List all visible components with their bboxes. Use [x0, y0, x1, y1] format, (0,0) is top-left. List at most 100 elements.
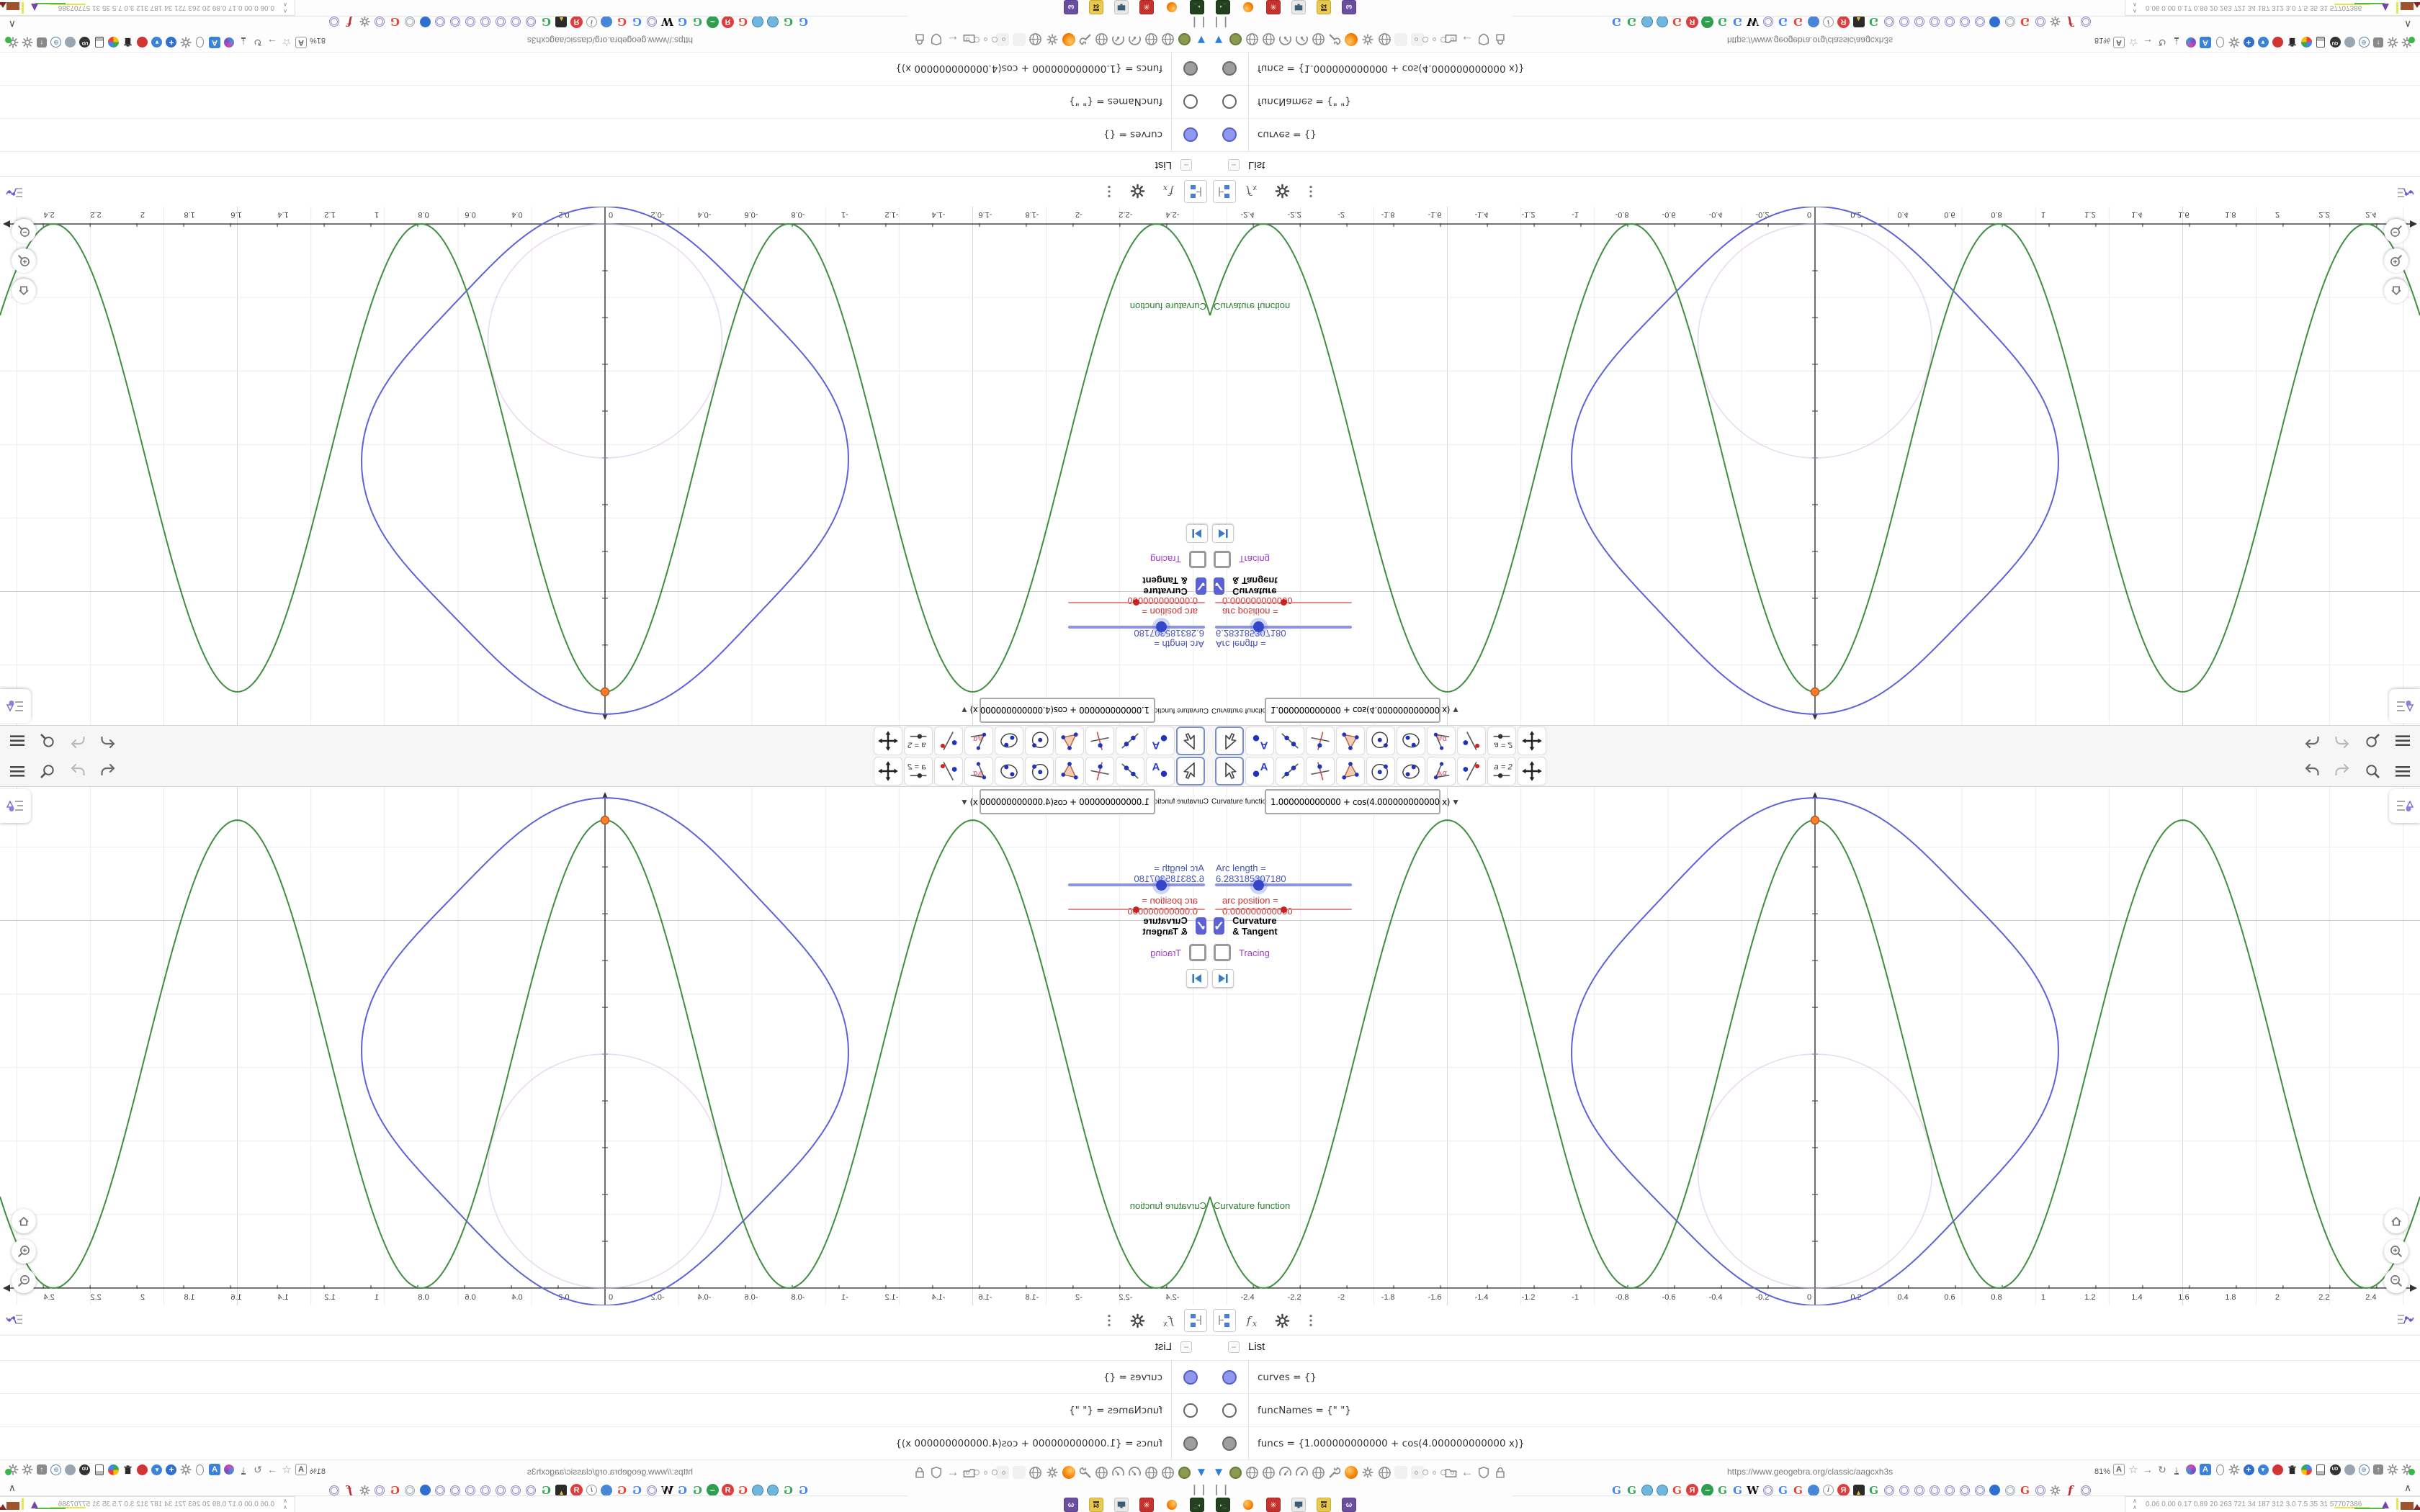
globe-icon[interactable]	[1245, 1465, 1259, 1480]
kebab-menu-icon[interactable]	[1098, 1309, 1121, 1332]
favicon-swirl[interactable]	[1656, 16, 1668, 28]
gear-icon[interactable]	[2228, 36, 2241, 49]
favicon-ring[interactable]	[449, 1484, 462, 1496]
oval-icon[interactable]	[2213, 36, 2226, 49]
tool-point[interactable]: A	[1146, 757, 1175, 786]
ghost-icon[interactable]	[1012, 1465, 1026, 1480]
favicon-ring[interactable]	[646, 16, 658, 28]
folder-icon[interactable]	[962, 32, 977, 47]
wrench-icon[interactable]	[2386, 1463, 2399, 1476]
favicon-gear-f[interactable]	[359, 1484, 371, 1496]
favicon-G[interactable]: G	[1610, 1484, 1623, 1497]
clipboard-icon[interactable]	[2314, 1463, 2327, 1476]
download-icon[interactable]: ↓	[2170, 36, 2183, 49]
visibility-dot-funcs[interactable]	[1222, 1436, 1237, 1451]
dots-icon[interactable]	[966, 1465, 1006, 1480]
favicon-ring[interactable]	[525, 1484, 537, 1496]
curvature-tangent-checkbox[interactable]: ✓	[1214, 577, 1225, 595]
graphics-view[interactable]: -2.4 -2.2 -2 -1.8 -1.6 -1.4 -1.2 -1 -0.8 -0.6 -0.4…	[0, 207, 1210, 725]
globe-icon[interactable]	[1261, 1465, 1276, 1480]
gear-icon[interactable]	[1361, 32, 1375, 47]
app-purple-cat[interactable]: ω	[1342, 0, 1356, 14]
ghost-icon[interactable]	[1394, 1465, 1408, 1480]
algebra-style-icon[interactable]	[2396, 1311, 2414, 1332]
search-icon[interactable]	[37, 731, 58, 751]
arc-length-slider[interactable]	[1215, 879, 1352, 891]
app-purple-cat[interactable]: ω	[1064, 1498, 1078, 1512]
favicon-G[interactable]: G	[1626, 1484, 1638, 1497]
redo-button[interactable]	[68, 761, 88, 781]
gauge-icon[interactable]	[1128, 1465, 1142, 1480]
ghost-icon[interactable]	[1394, 32, 1408, 47]
tool-line[interactable]	[1116, 726, 1144, 755]
favicon-ring[interactable]	[1973, 1484, 1986, 1496]
tool-angle[interactable]: α	[964, 726, 993, 755]
favicon-ring[interactable]	[495, 16, 507, 28]
shield-gray-icon[interactable]	[2343, 1463, 2356, 1476]
settings-gear-icon[interactable]	[1126, 1309, 1150, 1332]
back-icon[interactable]: ←	[1460, 32, 1474, 47]
favicon-G[interactable]: G	[616, 1484, 628, 1497]
translate-blue-icon[interactable]: A	[2199, 1463, 2212, 1476]
pen-icon[interactable]	[2184, 1463, 2197, 1476]
favicon-swirl[interactable]	[1641, 16, 1653, 28]
plus-blue-icon[interactable]: +	[2242, 36, 2255, 49]
kebab-menu-icon[interactable]	[1098, 180, 1121, 203]
tool-conic[interactable]	[1397, 726, 1425, 755]
chevron-up-icon[interactable]: ∧	[9, 1482, 16, 1494]
favicon-G[interactable]: G	[1671, 1484, 1683, 1497]
globe-blue-icon[interactable]: ⊕	[50, 36, 63, 49]
fx-view-button[interactable]: fx	[1242, 180, 1265, 203]
gear-icon[interactable]	[2228, 1463, 2241, 1476]
firefox-icon[interactable]	[1344, 32, 1358, 47]
wrench-icon[interactable]	[1327, 1465, 1342, 1480]
translate-icon[interactable]: A	[295, 1463, 308, 1476]
tool-reflect[interactable]	[934, 726, 963, 755]
favicon-ring[interactable]	[480, 1484, 492, 1496]
zoom-out-button[interactable]	[12, 219, 36, 243]
kebab-menu-icon[interactable]	[1299, 180, 1322, 203]
favicon-ring[interactable]	[2034, 1484, 2046, 1496]
favicon-mt[interactable]: ▲	[555, 16, 568, 28]
favicon-ring-gray[interactable]	[2004, 16, 2016, 28]
app-terminal[interactable]: ▸_	[1190, 1498, 1204, 1512]
favicon-ya[interactable]: Я	[570, 1484, 583, 1496]
visibility-dot-funcs[interactable]	[1183, 61, 1198, 76]
search-icon[interactable]	[37, 761, 58, 781]
arrow-icon[interactable]: →	[266, 36, 279, 49]
favicon-G[interactable]: G	[540, 1484, 552, 1497]
tool-line[interactable]	[1116, 757, 1144, 786]
gear-icon[interactable]	[1045, 1465, 1059, 1480]
visibility-dot-funcnames[interactable]	[1222, 1403, 1237, 1418]
favicon-swirl-b[interactable]	[601, 1484, 613, 1496]
app-red-gear[interactable]: ✳	[1139, 0, 1154, 14]
curvature-tangent-checkbox[interactable]: ✓	[1195, 917, 1206, 935]
undo-button[interactable]	[2302, 761, 2322, 781]
favicon-ring[interactable]	[646, 1484, 658, 1496]
favicon-ring[interactable]	[495, 1484, 507, 1496]
download-icon[interactable]: ↓	[237, 36, 250, 49]
home-button[interactable]	[2384, 1209, 2408, 1233]
favicon-G[interactable]: G	[676, 1484, 689, 1497]
translate-blue-icon[interactable]: A	[208, 36, 221, 49]
wrench-icon[interactable]	[2386, 36, 2399, 49]
pen-icon[interactable]	[223, 36, 236, 49]
favicon-ring[interactable]	[1928, 16, 1940, 28]
favicon-ring[interactable]	[480, 16, 492, 28]
arc-length-slider-knob[interactable]	[1156, 621, 1168, 633]
globe-blue-icon[interactable]: ⊕	[50, 1463, 63, 1476]
favicon-G[interactable]: G	[1792, 16, 1804, 29]
clipboard-icon[interactable]	[93, 1463, 106, 1476]
tool-line[interactable]	[1276, 726, 1304, 755]
favicon-ring-gray[interactable]	[404, 16, 416, 28]
settings-gear-icon[interactable]	[1126, 180, 1150, 203]
down-blue-icon[interactable]: ▼	[2257, 36, 2269, 49]
arc-position-slider-knob[interactable]	[1133, 599, 1140, 606]
algebra-row-funcs[interactable]: funcs = {1.000000000000 + cos(4.00000000…	[1210, 1427, 2420, 1460]
favicon-ya[interactable]: Я	[1837, 1484, 1850, 1496]
favicon-W[interactable]: W	[1747, 16, 1759, 29]
favicon-info[interactable]: i	[586, 16, 598, 28]
chevron-up-icon[interactable]: ∧	[9, 18, 16, 30]
curvature-function-input[interactable]: 1.000000000000 + cos(4.000000000000 x) ▼	[960, 698, 1155, 723]
fx-view-button[interactable]: fx	[1155, 180, 1178, 203]
